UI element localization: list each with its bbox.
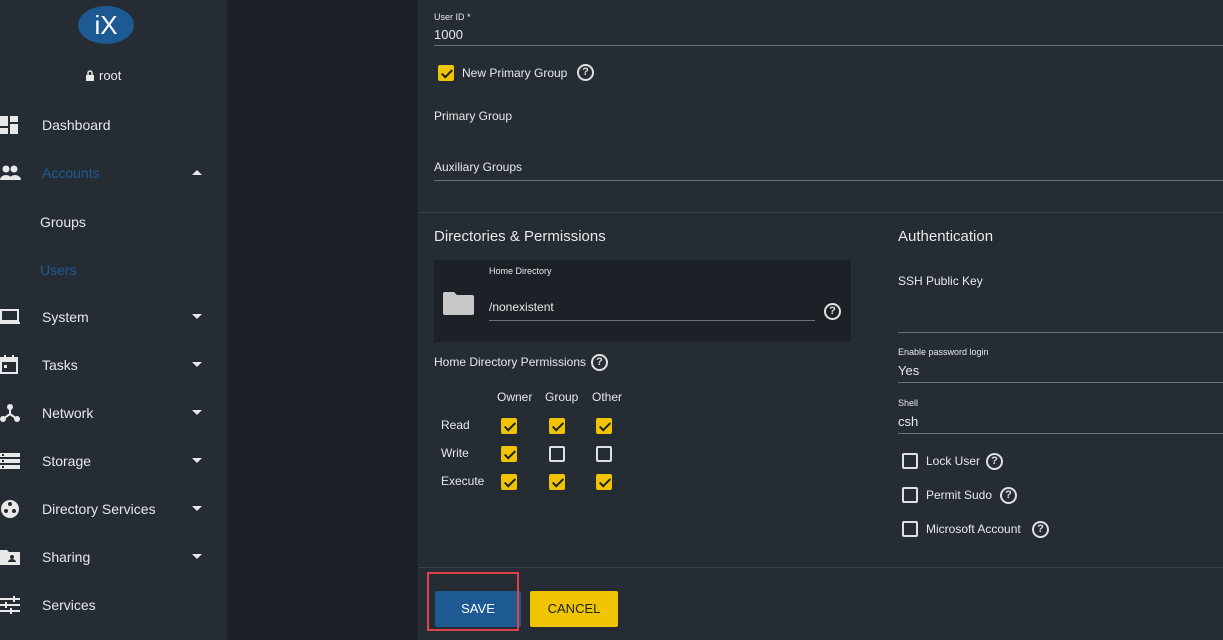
nav-label: Services — [42, 597, 96, 613]
user-id-underline — [434, 45, 1223, 46]
laptop-icon — [0, 309, 20, 324]
nav-label: Tasks — [42, 357, 78, 373]
home-directory-permissions-label: Home Directory Permissions — [434, 355, 587, 369]
chevron-down-icon — [192, 506, 202, 511]
new-primary-group-checkbox[interactable] — [438, 65, 454, 81]
nav-services[interactable]: Services — [0, 581, 227, 629]
authentication-title: Authentication — [898, 228, 994, 245]
perm-write-other-checkbox[interactable] — [596, 446, 612, 462]
content-gutter — [227, 0, 418, 640]
microsoft-account-label: Microsoft Account — [926, 522, 1021, 536]
perm-row-read: Read — [441, 418, 470, 432]
save-button[interactable]: SAVE — [435, 591, 521, 627]
network-icon — [0, 404, 20, 422]
user-form-card: User ID * 1000 New Primary Group ? Prima… — [418, 0, 1223, 640]
chevron-down-icon — [192, 458, 202, 463]
perm-write-group-checkbox[interactable] — [549, 446, 565, 462]
nav-label: Accounts — [42, 165, 100, 181]
sub-nav-groups[interactable]: Groups — [40, 214, 86, 230]
section-divider — [418, 212, 1223, 213]
nav-label: System — [42, 309, 89, 325]
password-login-label: Enable password login — [898, 347, 989, 357]
home-directory-label: Home Directory — [489, 266, 552, 276]
logo-text: iX — [94, 10, 117, 40]
help-icon[interactable]: ? — [824, 303, 841, 320]
perm-execute-owner-checkbox[interactable] — [501, 474, 517, 490]
nav-dashboard[interactable]: Dashboard — [0, 101, 227, 149]
ix-logo: iX — [78, 6, 134, 44]
nav-label: Storage — [42, 453, 92, 469]
chevron-down-icon — [192, 554, 202, 559]
nav-network[interactable]: Network — [0, 389, 227, 437]
permit-sudo-checkbox[interactable] — [902, 487, 918, 503]
chevron-up-icon — [192, 170, 202, 175]
nav-sharing[interactable]: Sharing — [0, 533, 227, 581]
perm-read-owner-checkbox[interactable] — [501, 418, 517, 434]
perm-col-owner: Owner — [497, 390, 533, 404]
actions-divider — [418, 567, 1223, 568]
nav-accounts[interactable]: Accounts — [0, 149, 227, 197]
perm-execute-group-checkbox[interactable] — [549, 474, 565, 490]
ssh-public-key-textarea[interactable] — [898, 332, 1223, 333]
storage-icon — [0, 453, 20, 469]
perm-write-owner-checkbox[interactable] — [501, 446, 517, 462]
microsoft-account-checkbox[interactable] — [902, 521, 918, 537]
perm-row-write: Write — [441, 446, 469, 460]
sub-nav-users[interactable]: Users — [40, 262, 77, 278]
home-directory-underline — [489, 320, 815, 321]
directory-icon — [1, 500, 19, 518]
nav-label: Sharing — [42, 549, 91, 565]
shell-label: Shell — [898, 398, 919, 408]
primary-group-label[interactable]: Primary Group — [434, 109, 512, 123]
perm-execute-other-checkbox[interactable] — [596, 474, 612, 490]
shell-select[interactable]: csh — [898, 414, 918, 429]
home-directory-box: Home Directory /nonexistent ? — [434, 260, 851, 342]
nav-tasks[interactable]: Tasks — [0, 341, 227, 389]
lock-user-label: Lock User — [926, 454, 981, 468]
nav-label: Dashboard — [42, 117, 111, 133]
lock-user-checkbox[interactable] — [902, 453, 918, 469]
chevron-down-icon — [192, 362, 202, 367]
nav-storage[interactable]: Storage — [0, 437, 227, 485]
user-id-label: User ID * — [434, 12, 471, 22]
password-login-underline — [898, 382, 1223, 383]
help-icon[interactable]: ? — [1032, 521, 1049, 538]
perm-col-group: Group — [545, 390, 579, 404]
user-id-input[interactable]: 1000 — [434, 27, 463, 42]
ssh-public-key-label: SSH Public Key — [898, 274, 983, 288]
auxiliary-groups-label[interactable]: Auxiliary Groups — [434, 160, 522, 174]
new-primary-group-label: New Primary Group — [462, 66, 568, 80]
nav-label: Directory Services — [42, 501, 156, 517]
sidebar: iX root Dashboard Accounts Groups Users … — [0, 0, 227, 640]
help-icon[interactable]: ? — [986, 453, 1003, 470]
home-directory-input[interactable]: /nonexistent — [489, 300, 554, 314]
perm-col-other: Other — [592, 390, 623, 404]
dashboard-icon — [0, 116, 18, 134]
help-icon[interactable]: ? — [591, 354, 608, 371]
tune-icon — [0, 596, 20, 614]
auxiliary-groups-underline — [434, 180, 1223, 181]
folder-icon[interactable] — [443, 291, 475, 317]
help-icon[interactable]: ? — [577, 64, 594, 81]
shell-underline — [898, 433, 1223, 434]
cancel-button[interactable]: CANCEL — [530, 591, 618, 627]
nav-system[interactable]: System — [0, 293, 227, 341]
directories-permissions-title: Directories & Permissions — [434, 228, 606, 245]
perm-row-execute: Execute — [441, 474, 485, 488]
calendar-icon — [0, 355, 18, 374]
password-login-select[interactable]: Yes — [898, 363, 919, 378]
chevron-down-icon — [192, 314, 202, 319]
lock-icon — [86, 70, 94, 81]
chevron-down-icon — [192, 410, 202, 415]
current-user[interactable]: root — [85, 68, 121, 83]
perm-read-other-checkbox[interactable] — [596, 418, 612, 434]
perm-read-group-checkbox[interactable] — [549, 418, 565, 434]
people-icon — [0, 165, 21, 180]
username: root — [99, 68, 122, 83]
nav-label: Network — [42, 405, 94, 421]
help-icon[interactable]: ? — [1000, 487, 1017, 504]
folder-share-icon — [0, 550, 20, 565]
nav-directory-services[interactable]: Directory Services — [0, 485, 227, 533]
permit-sudo-label: Permit Sudo — [926, 488, 993, 502]
